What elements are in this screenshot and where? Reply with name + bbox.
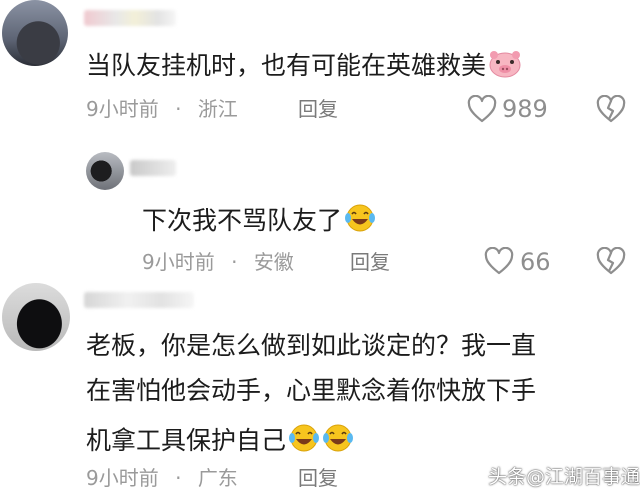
- avatar[interactable]: [86, 152, 124, 190]
- avatar[interactable]: [2, 283, 70, 351]
- laughing-tears-icon: [345, 204, 376, 232]
- like-count: 66: [520, 248, 551, 276]
- reply-button[interactable]: 回复: [298, 467, 338, 489]
- reply-button[interactable]: 回复: [350, 251, 390, 273]
- heart-icon[interactable]: [467, 95, 497, 123]
- comment-text: 下次我不骂队友了: [142, 203, 376, 234]
- laughing-tears-icon: [289, 424, 320, 452]
- comment-meta: 9小时前 · 广东: [86, 466, 238, 490]
- avatar[interactable]: [2, 0, 68, 66]
- comment-text-line: 机拿工具保护自己: [86, 423, 354, 454]
- heart-icon[interactable]: [484, 247, 514, 275]
- username-blurred[interactable]: [84, 10, 176, 26]
- dislike-heart-icon[interactable]: [596, 247, 626, 275]
- reply-button[interactable]: 回复: [298, 98, 338, 120]
- username-blurred[interactable]: [84, 292, 194, 308]
- pig-face-icon: [489, 51, 521, 78]
- laughing-tears-icon: [323, 424, 354, 452]
- dislike-heart-icon[interactable]: [596, 95, 626, 123]
- username-blurred[interactable]: [130, 160, 176, 176]
- comment-meta: 9小时前 · 安徽: [142, 250, 294, 274]
- comment-text-line: 老板，你是怎么做到如此谈定的？我一直: [86, 331, 537, 360]
- like-count: 989: [502, 95, 548, 123]
- comment-text: 当队友挂机时，也有可能在英雄救美: [86, 50, 522, 79]
- watermark: 头条@江湖百事通: [488, 466, 640, 488]
- comment-text-line: 在害怕他会动手，心里默念着你快放下手: [86, 376, 537, 405]
- comment-meta: 9小时前 · 浙江: [86, 97, 238, 121]
